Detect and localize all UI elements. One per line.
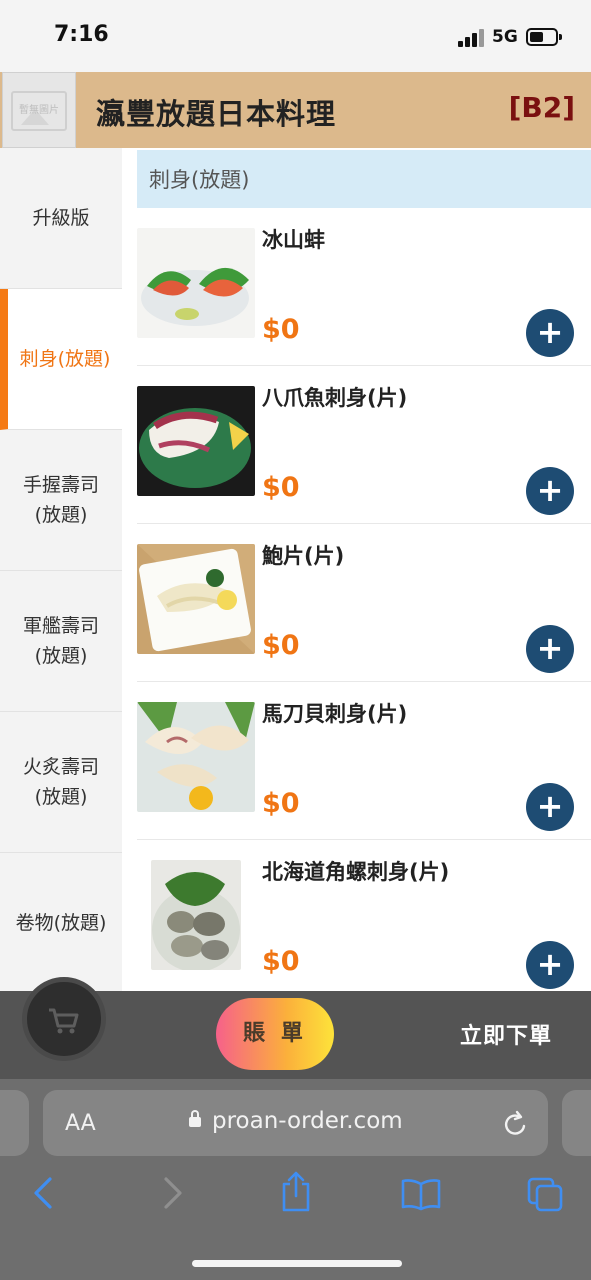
dish-name: 北海道角螺刺身(片) [262, 860, 450, 884]
dish-price: $0 [262, 314, 300, 345]
home-indicator [192, 1260, 402, 1267]
dish-photo [137, 702, 255, 812]
sidebar-item-sashimi[interactable]: 刺身(放題) [0, 289, 122, 430]
add-to-cart-button[interactable]: + [526, 625, 574, 673]
forward-icon[interactable] [158, 1175, 186, 1211]
category-sidebar: 升級版 刺身(放題) 手握壽司 (放題) 軍艦壽司 (放題) 火炙壽司 (放題)… [0, 148, 122, 994]
order-now-button[interactable]: 立即下單 [460, 1018, 552, 1050]
dish-name: 鮑片(片) [262, 544, 345, 568]
network-type: 5G [492, 27, 518, 47]
battery-icon [526, 28, 562, 46]
bookmarks-icon[interactable] [400, 1176, 442, 1212]
add-to-cart-button[interactable]: + [526, 309, 574, 357]
menu-item[interactable]: 馬刀貝刺身(片) $0 + [137, 682, 591, 840]
dish-name: 冰山蚌 [262, 228, 325, 252]
sidebar-item-nigiri[interactable]: 手握壽司 (放題) [0, 430, 122, 571]
add-to-cart-button[interactable]: + [526, 783, 574, 831]
logo-placeholder-text: 暫無圖片 [19, 105, 59, 116]
cart-button[interactable] [22, 977, 106, 1061]
dish-photo [137, 386, 255, 496]
status-time: 7:16 [54, 22, 109, 47]
dish-price: $0 [262, 472, 300, 503]
menu-item[interactable]: 鮑片(片) $0 + [137, 524, 591, 682]
previous-tab-preview[interactable] [0, 1090, 29, 1156]
url-text[interactable]: proan-order.com [212, 1108, 403, 1134]
reader-aa-button[interactable]: AA [65, 1111, 96, 1136]
sidebar-item-gunkan[interactable]: 軍艦壽司 (放題) [0, 571, 122, 712]
next-tab-preview[interactable] [562, 1090, 591, 1156]
lock-icon [189, 1110, 201, 1127]
share-icon[interactable] [279, 1170, 313, 1214]
back-icon[interactable] [30, 1175, 58, 1211]
dish-price: $0 [262, 946, 300, 977]
dish-photo [151, 860, 241, 970]
add-to-cart-button[interactable]: + [526, 941, 574, 989]
menu-item[interactable]: 冰山蚌 $0 + [137, 208, 591, 366]
menu-item[interactable]: 八爪魚刺身(片) $0 + [137, 366, 591, 524]
section-header: 刺身(放題) [137, 150, 591, 208]
shop-logo-placeholder: 暫無圖片 [2, 72, 76, 148]
section-title: 刺身(放題) [149, 168, 250, 192]
menu-item[interactable]: 北海道角螺刺身(片) $0 + [137, 840, 591, 998]
dish-photo [137, 544, 255, 654]
dish-photo [137, 228, 255, 338]
shop-title: 瀛豐放題日本料理 [96, 97, 337, 131]
bill-button[interactable]: 賬 單 [216, 998, 334, 1070]
sidebar-item-upgrade[interactable]: 升級版 [0, 148, 122, 289]
dish-name: 馬刀貝刺身(片) [262, 702, 408, 726]
status-bar: 7:16 5G [0, 0, 591, 72]
table-number: [B2] [508, 91, 575, 124]
cellular-signal-icon [458, 29, 484, 47]
dish-price: $0 [262, 630, 300, 661]
add-to-cart-button[interactable]: + [526, 467, 574, 515]
shopping-cart-icon [49, 1008, 79, 1034]
sidebar-item-maki[interactable]: 卷物(放題) [0, 853, 122, 994]
sidebar-item-aburi[interactable]: 火炙壽司 (放題) [0, 712, 122, 853]
dish-name: 八爪魚刺身(片) [262, 386, 408, 410]
tabs-icon[interactable] [526, 1176, 566, 1212]
dish-price: $0 [262, 788, 300, 819]
reload-icon[interactable] [503, 1110, 529, 1138]
